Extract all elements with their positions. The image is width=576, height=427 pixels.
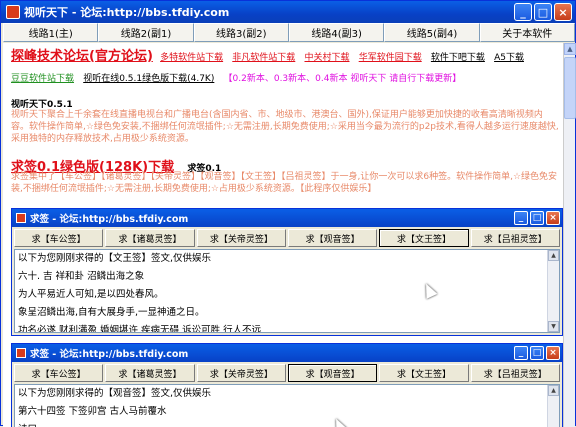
- qiuqian-window-2: 求签 - 论坛:http://bbs.tfdiy.com _ □ × 求【车公签…: [11, 343, 563, 427]
- tab-route4[interactable]: 线路4(副3): [288, 23, 385, 42]
- tab-route3[interactable]: 线路3(副2): [193, 23, 289, 42]
- result-line: 为人平易近人可知,是以四处春风。: [18, 289, 164, 300]
- lot-button-wenwang[interactable]: 求【文王签】: [379, 229, 469, 247]
- child-title-bar[interactable]: 求签 - 论坛:http://bbs.tfdiy.com: [12, 209, 562, 227]
- child-title-bar[interactable]: 求签 - 论坛:http://bbs.tfdiy.com: [12, 344, 562, 362]
- lot-button-chegong[interactable]: 求【车公签】: [14, 229, 104, 247]
- scroll-up-arrow-icon[interactable]: ▲: [548, 250, 559, 261]
- download-link-duote[interactable]: 多特软件站下载: [160, 53, 223, 63]
- title-bar[interactable]: 视听天下 - 论坛:http://bbs.tfdiy.com _ □ ×: [1, 1, 575, 23]
- scroll-down-arrow-icon[interactable]: ▼: [548, 321, 559, 332]
- lot-button-zhuge[interactable]: 求【诸葛灵签】: [105, 229, 195, 247]
- child-close-button[interactable]: ×: [546, 211, 560, 225]
- child-maximize-button[interactable]: □: [530, 346, 544, 360]
- lot-button-wenwang[interactable]: 求【文王签】: [379, 364, 469, 382]
- lot-button-guandi[interactable]: 求【关帝灵签】: [196, 364, 286, 382]
- scroll-up-arrow-icon[interactable]: ▲: [548, 385, 559, 396]
- download-link-huajun[interactable]: 华军软件园下载: [359, 53, 422, 63]
- lot-button-lvzu[interactable]: 求【吕祖灵签】: [470, 229, 560, 247]
- download-link-zol[interactable]: 中关村下载: [304, 53, 349, 63]
- lot-button-chegong[interactable]: 求【车公签】: [14, 364, 104, 382]
- download-link-feifan[interactable]: 非凡软件站下载: [232, 53, 295, 63]
- lot-button-bar: 求【车公签】 求【诸葛灵签】 求【关帝灵签】 求【观音签】 求【文王签】 求【吕…: [12, 227, 562, 249]
- app-icon: [6, 5, 20, 19]
- child-window-title: 求签 - 论坛:http://bbs.tfdiy.com: [30, 214, 189, 225]
- maximize-button[interactable]: □: [534, 3, 552, 21]
- forum-title-link[interactable]: 探峰技术论坛(官方论坛): [11, 49, 153, 64]
- tv-section-desc: 视听天下聚合上千余套在线直播电视台和广播电台(含国内省、市、地级市、港澳台、国外…: [11, 110, 559, 144]
- result-line: 第六十四签 下签卯宫 古人马前覆水: [18, 406, 167, 417]
- result-line: 象呈沼鳞出海,自有大展身手,一显神通之日。: [18, 307, 205, 318]
- child-minimize-button[interactable]: _: [514, 211, 528, 225]
- child-close-button[interactable]: ×: [546, 346, 560, 360]
- app-icon: [16, 348, 26, 358]
- tab-route1[interactable]: 线路1(主): [3, 23, 99, 42]
- download-link-a5[interactable]: A5下载: [494, 53, 524, 63]
- download-link-xiaba[interactable]: 软件下吧下载: [431, 53, 485, 63]
- window-title: 视听天下 - 论坛:http://bbs.tfdiy.com: [24, 6, 230, 19]
- lot-result-text[interactable]: 以下为您刚刚求得的【观音签】签文,仅供娱乐 第六十四签 下签卯宫 古人马前覆水 …: [14, 384, 560, 427]
- app-icon: [16, 213, 26, 223]
- lot-button-zhuge[interactable]: 求【诸葛灵签】: [105, 364, 195, 382]
- tab-route5[interactable]: 线路5(副4): [384, 23, 480, 42]
- web-content: 探峰技术论坛(官方论坛) 多特软件站下载 非凡软件站下载 中关村下载 华军软件园…: [3, 43, 563, 427]
- result-line: 诗曰: [15, 421, 559, 427]
- download-link-tv-green[interactable]: 视听在线0.5.1绿色版下载(4.7K): [83, 74, 214, 84]
- lot-result-text[interactable]: 以下为您刚刚求得的【文王签】签文,仅供娱乐 六十. 吉 祥和卦 沼鳞出海之象 为…: [14, 249, 560, 333]
- lot-button-guanyin[interactable]: 求【观音签】: [287, 229, 378, 247]
- minimize-button[interactable]: _: [514, 3, 532, 21]
- route-tabs: 线路1(主) 线路2(副1) 线路3(副2) 线路4(副3) 线路5(副4) 关…: [3, 23, 575, 42]
- version-note: 【0.2新本、0.3新本、0.4新本 视听天下 请自行下载更新】: [223, 74, 462, 84]
- page-scrollbar[interactable]: ▲: [563, 43, 576, 427]
- scroll-up-arrow-icon[interactable]: ▲: [564, 43, 576, 55]
- tab-route2[interactable]: 线路2(副1): [98, 23, 194, 42]
- scroll-thumb[interactable]: [564, 57, 576, 119]
- lot-button-guanyin[interactable]: 求【观音签】: [287, 364, 378, 382]
- lot-button-bar: 求【车公签】 求【诸葛灵签】 求【关帝灵签】 求【观音签】 求【文王签】 求【吕…: [12, 362, 562, 384]
- qiuqian-window-1: 求签 - 论坛:http://bbs.tfdiy.com _ □ × 求【车公签…: [11, 208, 563, 336]
- child-minimize-button[interactable]: _: [514, 346, 528, 360]
- download-link-doudou[interactable]: 豆豆软件站下载: [11, 74, 74, 84]
- result-line: 以下为您刚刚求得的【观音签】签文,仅供娱乐: [18, 388, 212, 399]
- lot-button-guandi[interactable]: 求【关帝灵签】: [196, 229, 286, 247]
- lot-button-lvzu[interactable]: 求【吕祖灵签】: [470, 364, 560, 382]
- result-scrollbar[interactable]: ▲ ▼: [547, 250, 559, 332]
- child-window-title: 求签 - 论坛:http://bbs.tfdiy.com: [30, 349, 189, 360]
- qiuqian-desc: 求签集中了【车公签】【诸葛灵签】【关帝灵签】【观音签】【文王签】【吕祖灵签】于一…: [11, 172, 558, 194]
- result-line: 以下为您刚刚求得的【文王签】签文,仅供娱乐: [18, 253, 212, 264]
- result-scrollbar[interactable]: ▲: [547, 385, 559, 427]
- close-button[interactable]: ×: [554, 3, 572, 21]
- tab-about[interactable]: 关于本软件: [479, 23, 575, 42]
- result-line: 六十. 吉 祥和卦 沼鳞出海之象: [18, 271, 145, 282]
- result-line: 功名必遂 财利满盈 婚姻堪许 疾病无碍 诉讼可胜 行人不远: [18, 325, 262, 333]
- main-window: 视听天下 - 论坛:http://bbs.tfdiy.com _ □ × 线路1…: [0, 0, 576, 427]
- child-maximize-button[interactable]: □: [530, 211, 544, 225]
